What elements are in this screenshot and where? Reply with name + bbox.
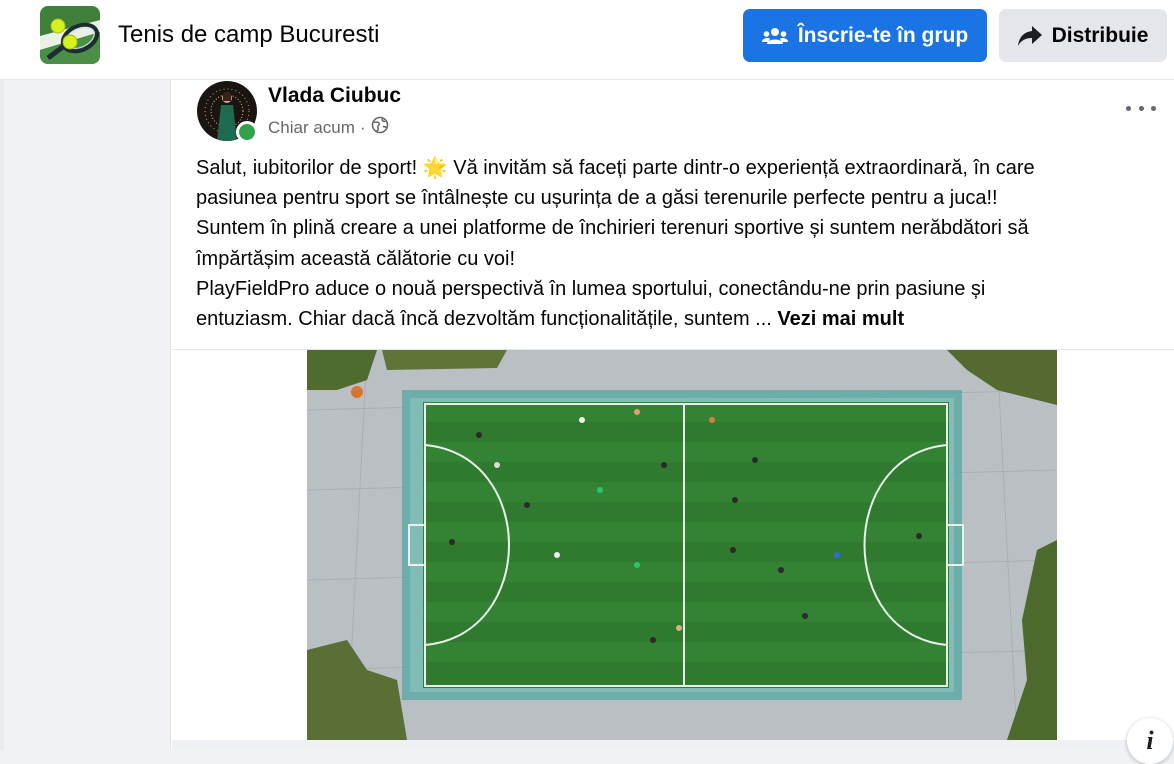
post-timestamp[interactable]: Chiar acum xyxy=(268,118,355,138)
post-text-line: pasiunea pentru sport se întâlnește cu u… xyxy=(196,187,998,210)
group-name[interactable]: Tenis de camp Bucuresti xyxy=(118,21,379,49)
globe-icon[interactable] xyxy=(371,116,389,139)
online-status-dot xyxy=(236,121,258,143)
group-people-icon xyxy=(761,26,788,46)
more-options-button[interactable] xyxy=(1126,100,1156,116)
left-gutter xyxy=(4,80,171,750)
tennis-racket-and-balls-icon xyxy=(40,6,100,64)
post-text: Salut, iubitorilor de sport! 🌟 Vă invită… xyxy=(196,153,1156,334)
post-text-line: Suntem în plină creare a unei platforme … xyxy=(196,217,1029,240)
post-footer-strip xyxy=(172,740,1174,750)
dot xyxy=(1126,105,1131,111)
group-thumbnail[interactable] xyxy=(40,6,100,64)
aerial-football-pitch-photo[interactable] xyxy=(307,350,1057,740)
info-icon[interactable]: i xyxy=(1127,718,1173,764)
post-text-line: Salut, iubitorilor de sport! 🌟 Vă invită… xyxy=(196,157,1035,179)
share-button[interactable]: Distribuie xyxy=(999,9,1167,62)
post-meta: Chiar acum · xyxy=(268,116,389,139)
post-text-line: împărtășim această călătorie cu voi! xyxy=(196,247,516,270)
post-text-last-line: entuziasm. Chiar dacă încă dezvoltăm fun… xyxy=(196,308,772,331)
join-group-button[interactable]: Înscrie-te în grup xyxy=(743,9,987,62)
join-group-label: Înscrie-te în grup xyxy=(797,23,969,47)
dot xyxy=(1151,105,1156,111)
group-header-bar: Tenis de camp Bucuresti Înscrie-te în gr… xyxy=(0,0,1174,80)
post-text-line: entuziasm. Chiar dacă încă dezvoltăm fun… xyxy=(196,304,1156,334)
see-more-link[interactable]: Vezi mai mult xyxy=(777,308,904,330)
author-name[interactable]: Vlada Ciubuc xyxy=(268,84,401,108)
share-arrow-icon xyxy=(1017,25,1042,47)
meta-separator: · xyxy=(359,117,366,137)
post-text-line: PlayFieldPro aduce o nouă perspectivă în… xyxy=(196,277,986,300)
dot xyxy=(1138,105,1144,111)
share-label: Distribuie xyxy=(1051,23,1149,47)
